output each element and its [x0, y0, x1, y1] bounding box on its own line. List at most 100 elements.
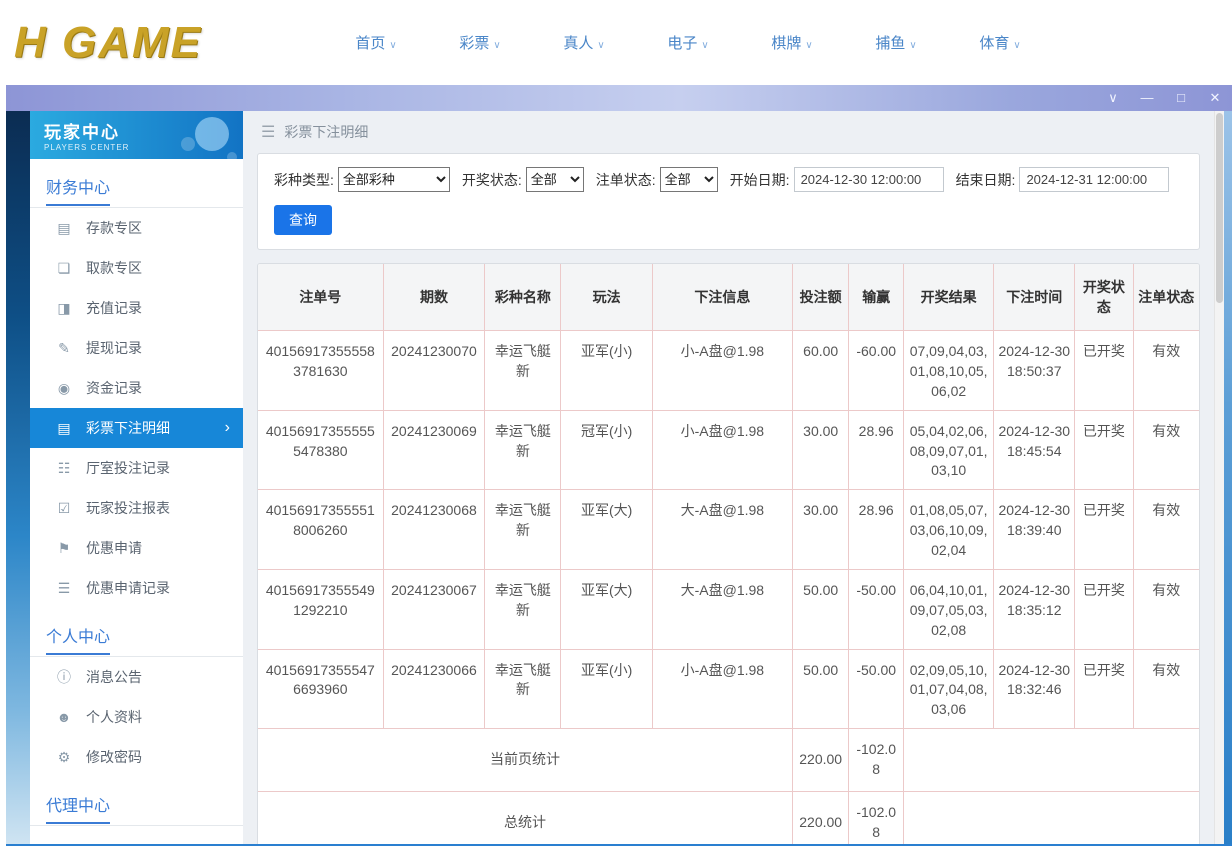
- nav-item-label: 真人: [563, 35, 593, 52]
- cell-lottery_name: 幸运飞艇新: [485, 569, 561, 649]
- cell-bet_amount: 50.00: [792, 649, 848, 729]
- window-minimize-icon[interactable]: —: [1130, 85, 1164, 111]
- cell-issue: 20241230069: [383, 410, 485, 490]
- nav-item-label: 彩票: [459, 35, 489, 52]
- cell-bet_amount: 50.00: [792, 569, 848, 649]
- cell-lottery_name: 幸运飞艇新: [485, 331, 561, 411]
- nav-item-label: 棋牌: [771, 35, 801, 52]
- end-date-input[interactable]: [1019, 167, 1169, 192]
- chevron-right-icon: ›: [225, 419, 230, 437]
- column-header-lottery_name: 彩种名称: [485, 264, 561, 331]
- deposit-icon: ▤: [55, 220, 73, 237]
- cell-order_status: 有效: [1133, 490, 1199, 570]
- sidebar-menu: 财务中心▤ 存款专区❏取款专区◨充值记录✎提现记录◉资金记录 ▤ 彩票下注明细 › ☷ 厅室…: [30, 159, 243, 826]
- nav-item-4[interactable]: 电子∨: [636, 32, 740, 53]
- start-date-label: 开始日期:: [730, 170, 790, 190]
- draw-status-select[interactable]: 全部: [526, 167, 584, 192]
- nav-item-5[interactable]: 棋牌 ∨: [740, 32, 844, 53]
- summary-bet-total: 220.00: [792, 791, 848, 844]
- cell-order_status: 有效: [1133, 569, 1199, 649]
- decorative-circle: [195, 117, 229, 151]
- cell-bet_time: 2024-12-30 18:35:12: [994, 569, 1075, 649]
- cell-bet_time: 2024-12-30 18:32:46: [994, 649, 1075, 729]
- start-date-input[interactable]: [794, 167, 944, 192]
- vertical-scrollbar[interactable]: [1214, 111, 1224, 844]
- main-content: ☰ 彩票下注明细 彩种类型: 全部彩种 开奖状态: 全部 注单状态: 全部 开始…: [243, 111, 1214, 844]
- chevron-down-icon: ∨: [909, 40, 916, 51]
- sidebar-item-label: 提现记录: [86, 338, 142, 358]
- summary-row-current-page: 当前页统计 220.00 -102.08: [258, 729, 1199, 792]
- sidebar-item[interactable]: ✎提现记录: [30, 328, 243, 368]
- column-header-win_loss: 输赢: [849, 264, 904, 331]
- sidebar-item[interactable]: ⚑优惠申请: [30, 528, 243, 568]
- table-row: 40156917355551800626020241230068幸运飞艇新亚军(…: [258, 490, 1199, 570]
- player-bet-report-icon: ☑: [55, 500, 73, 517]
- sidebar-item[interactable]: ❏取款专区: [30, 248, 243, 288]
- hall-bet-record-icon: ☷: [55, 460, 73, 477]
- recharge-record-icon: ◨: [55, 300, 73, 317]
- summary-bet-total: 220.00: [792, 729, 848, 792]
- promo-record-icon: ☰: [55, 580, 73, 597]
- bet-table: 注单号期数彩种名称玩法下注信息投注额输赢开奖结果下注时间开奖状态注单状态 401…: [258, 264, 1199, 844]
- sidebar-section-label: 财务中心: [46, 180, 110, 206]
- cell-win_loss: -50.00: [849, 569, 904, 649]
- sidebar-item-label: 优惠申请: [86, 538, 142, 558]
- top-header: H GAME 首页∨彩票∨真人∨电子∨棋牌∨捕鱼∨体育∨: [0, 0, 1232, 85]
- cell-play_type: 亚军(大): [561, 490, 652, 570]
- decorative-circle: [181, 137, 195, 151]
- cell-issue: 20241230068: [383, 490, 485, 570]
- sidebar-item-label: 存款专区: [86, 218, 142, 238]
- search-button[interactable]: 查询: [274, 205, 332, 235]
- cell-issue: 20241230066: [383, 649, 485, 729]
- chevron-down-icon: ∨: [389, 40, 396, 51]
- cell-bet_time: 2024-12-30 18:39:40: [994, 490, 1075, 570]
- sidebar-item[interactable]: ⓘ消息公告: [30, 657, 243, 697]
- draw-status-label: 开奖状态:: [462, 170, 522, 190]
- window-maximize-icon[interactable]: □: [1164, 85, 1198, 111]
- hamburger-icon[interactable]: ☰: [261, 122, 275, 142]
- sidebar-item[interactable]: ☻个人资料: [30, 697, 243, 737]
- nav-item-2[interactable]: 彩票 ∨: [428, 32, 532, 53]
- nav-item-6[interactable]: 捕鱼∨: [844, 32, 948, 53]
- window-body: 玩家中心 PLAYERS CENTER 财务中心▤存款专区❏取款专区◨充值记录✎…: [6, 111, 1232, 846]
- chevron-down-icon: ∨: [493, 40, 500, 51]
- breadcrumb-label: 彩票下注明细: [284, 122, 368, 142]
- nav-item-7[interactable]: 体育∨: [948, 32, 1052, 53]
- nav-item-1[interactable]: 首页∨: [324, 32, 428, 53]
- sidebar-item-label: 厅室投注记录: [86, 458, 170, 478]
- order-status-select[interactable]: 全部: [660, 167, 718, 192]
- nav-item-3[interactable]: 真人∨: [532, 32, 636, 53]
- lottery-type-select[interactable]: 全部彩种: [338, 167, 450, 192]
- sidebar-section-header-3: 代理中心: [30, 777, 243, 826]
- cell-draw_result: 06,04,10,01,09,07,05,03,02,08: [903, 569, 993, 649]
- cell-play_type: 亚军(大): [561, 569, 652, 649]
- sidebar-item[interactable]: ◨充值记录: [30, 288, 243, 328]
- sidebar-item[interactable]: ▤ 存款专区: [30, 208, 243, 248]
- chevron-down-icon: ∨: [805, 40, 812, 51]
- order-status-label: 注单状态:: [596, 170, 656, 190]
- sidebar-item-label: 彩票下注明细: [86, 418, 170, 438]
- scrollbar-thumb[interactable]: [1216, 113, 1223, 303]
- cell-bet_info: 小-A盘@1.98: [652, 331, 792, 411]
- window-close-icon[interactable]: ✕: [1198, 85, 1232, 111]
- cell-order_status: 有效: [1133, 649, 1199, 729]
- cell-order_status: 有效: [1133, 410, 1199, 490]
- sidebar-item[interactable]: ⚙修改密码: [30, 737, 243, 777]
- sidebar-item[interactable]: ◉资金记录: [30, 368, 243, 408]
- sidebar-item[interactable]: ☑玩家投注报表: [30, 488, 243, 528]
- cell-draw_result: 01,08,05,07,03,06,10,09,02,04: [903, 490, 993, 570]
- cell-order_id: 401569173555491292210: [258, 569, 383, 649]
- column-header-order_status: 注单状态: [1133, 264, 1199, 331]
- filter-panel: 彩种类型: 全部彩种 开奖状态: 全部 注单状态: 全部 开始日期: 结束日期:…: [257, 153, 1200, 250]
- sidebar-item[interactable]: ☷ 厅室投注记录: [30, 448, 243, 488]
- sidebar-item[interactable]: ☰优惠申请记录: [30, 568, 243, 608]
- withdraw-icon: ❏: [55, 260, 73, 277]
- cell-bet_info: 大-A盘@1.98: [652, 569, 792, 649]
- logo: H GAME: [14, 18, 279, 68]
- lottery-type-label: 彩种类型:: [274, 170, 334, 190]
- sidebar-item[interactable]: ▤彩票下注明细›: [30, 408, 243, 448]
- window-collapse-icon[interactable]: ∨: [1096, 85, 1130, 111]
- change-password-gear-icon: ⚙: [55, 749, 73, 766]
- funds-record-icon: ◉: [55, 380, 73, 397]
- summary-empty: [903, 729, 1199, 792]
